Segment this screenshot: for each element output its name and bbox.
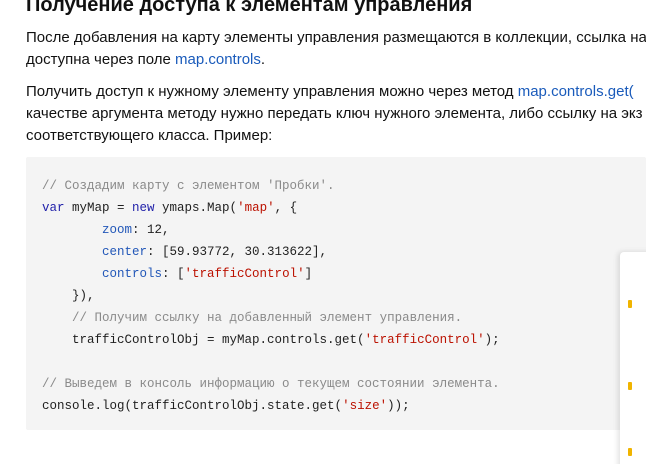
documentation-page: Получение доступа к элементам управления… [0, 0, 646, 464]
code-token: ); [484, 333, 500, 347]
code-token: myMap = [64, 201, 133, 215]
paragraph-access: Получить доступ к нужному элементу управ… [26, 81, 646, 147]
popup-marker-icon [628, 300, 632, 308]
paragraph-intro-text: доступна через поле [26, 51, 176, 68]
code-example-block: // Создадим карту с элементом 'Пробки'. v… [26, 157, 646, 430]
code-token: ymaps.Map( [154, 201, 238, 215]
code-token: : 12, [132, 223, 170, 237]
paragraph-access-text: Получить доступ к нужному элементу управ… [26, 83, 518, 100]
code-prop-zoom: zoom [102, 223, 133, 237]
code-comment: // Получим ссылку на добавленный элемент… [72, 311, 463, 325]
code-token: console.log(trafficControlObj.state.get( [42, 399, 343, 413]
code-token: )); [387, 399, 410, 413]
paragraph-intro-line-2: доступна через поле map.controls. [26, 49, 646, 71]
paragraph-access-line-2: качестве аргумента методу нужно передать… [26, 105, 643, 122]
paragraph-intro-line-1: После добавления на карту элементы управ… [26, 29, 646, 46]
popup-marker-icon [628, 382, 632, 390]
code-token: ] [304, 267, 313, 281]
code-line-controls: controls: ['trafficControl'] [42, 263, 646, 285]
code-line-zoom: zoom: 12, [42, 219, 646, 241]
code-prop-controls: controls [102, 267, 163, 281]
code-token: }), [72, 289, 95, 303]
code-line-close: }), [42, 285, 646, 307]
code-line-center: center: [59.93772, 30.313622], [42, 241, 646, 263]
code-line-comment-console: // Выведем в консоль информацию о текуще… [42, 377, 500, 391]
code-token: , { [274, 201, 298, 215]
code-string-traffic-control-get: 'trafficControl' [364, 333, 485, 347]
paragraph-access-line-1: Получить доступ к нужному элементу управ… [26, 81, 646, 103]
paragraph-access-line-3: соответствующего класса. Пример: [26, 127, 273, 144]
code-line-var-mymap: var myMap = new ymaps.Map('map', { [42, 197, 646, 219]
code-line-comment-create-map: // Создадим карту с элементом 'Пробки'. [42, 179, 335, 193]
popup-marker-icon [628, 448, 632, 456]
code-line-comment-get-control: // Получим ссылку на добавленный элемент… [42, 307, 646, 329]
code-keyword-new: new [132, 201, 155, 215]
side-popup-panel[interactable] [620, 252, 646, 464]
code-keyword-var: var [42, 201, 65, 215]
code-line-get-control: trafficControlObj = myMap.controls.get('… [42, 329, 646, 351]
code-token: : [ [162, 267, 185, 281]
code-string-size: 'size' [342, 399, 388, 413]
paragraph-intro: После добавления на карту элементы управ… [26, 27, 646, 71]
paragraph-intro-period: . [260, 51, 266, 68]
map-controls-link[interactable]: map.controls [175, 51, 261, 68]
code-string-map: 'map' [237, 201, 275, 215]
code-prop-center: center [102, 245, 148, 259]
code-token: trafficControlObj = myMap.controls.get( [72, 333, 365, 347]
code-line-console-log: console.log(trafficControlObj.state.get(… [42, 395, 646, 417]
code-token: : [59.93772, 30.313622], [147, 245, 328, 259]
map-controls-get-link[interactable]: map.controls.get( [518, 83, 634, 100]
section-heading: Получение доступа к элементам управления [26, 0, 473, 16]
code-string-traffic-control: 'trafficControl' [184, 267, 305, 281]
code-listing: // Создадим карту с элементом 'Пробки'. v… [26, 157, 646, 417]
